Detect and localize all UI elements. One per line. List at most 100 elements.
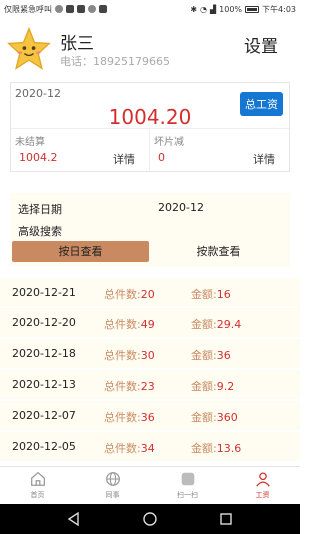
amount-label: 金额: — [191, 318, 217, 331]
phone-label: 电话： — [60, 55, 93, 68]
record-amount: 金额:29.4 — [191, 316, 241, 332]
filter-panel: 选择日期 2020-12 高级搜索 按日查看 按款查看 — [10, 193, 290, 267]
image-notification-icon — [66, 5, 74, 13]
signal-icon: ▟ — [210, 4, 217, 14]
home-circle-icon[interactable] — [142, 511, 158, 527]
total-salary-button[interactable]: 总工资 — [240, 92, 283, 116]
date-select-label: 选择日期 — [18, 203, 62, 216]
tab-by-item[interactable]: 按款查看 — [149, 241, 288, 262]
tab-colleagues[interactable]: 同事 — [75, 470, 150, 500]
tab-scan[interactable]: 扫一扫 — [150, 470, 225, 500]
unsettled-detail-link[interactable]: 详情 — [113, 151, 135, 167]
record-row[interactable]: 2020-12-07 总件数:36 金额:360 — [0, 401, 300, 430]
tab-salary[interactable]: 工资 — [225, 470, 300, 500]
count-value: 34 — [140, 442, 155, 455]
damage-detail-link[interactable]: 详情 — [253, 151, 275, 167]
record-amount: 金额:13.6 — [191, 440, 241, 456]
record-row[interactable]: 2020-12-13 总件数:23 金额:9.2 — [0, 370, 300, 399]
damage-value: 0 — [158, 151, 165, 164]
unsettled-cell: 未结算 1004.2 详情 — [11, 129, 150, 171]
count-value: 49 — [140, 318, 155, 331]
amount-label: 金额: — [191, 442, 217, 455]
user-icon — [255, 472, 270, 487]
phone-number: 18925179665 — [93, 55, 170, 68]
bluetooth-icon: ✱ — [190, 4, 198, 14]
status-bar: 仅限紧急呼叫 ✱ ◔ ▟ 100% 下午4:03 — [0, 0, 300, 18]
date-select-row[interactable]: 选择日期 2020-12 — [10, 197, 290, 219]
advanced-search-label[interactable]: 高级搜索 — [18, 223, 62, 239]
user-phone: 电话：18925179665 — [60, 53, 170, 69]
amount-value: 36 — [216, 349, 231, 362]
count-value: 23 — [140, 380, 155, 393]
tab-by-day[interactable]: 按日查看 — [12, 241, 149, 262]
amount-label: 金额: — [191, 380, 217, 393]
record-count: 总件数:20 — [104, 286, 155, 302]
advanced-search-row[interactable]: 高级搜索 — [10, 219, 290, 241]
record-amount: 金额:360 — [191, 409, 238, 425]
app-notification-icon — [88, 5, 96, 13]
count-label: 总件数: — [104, 318, 141, 331]
tab-home[interactable]: 首页 — [0, 470, 75, 500]
record-amount: 金额:9.2 — [191, 378, 234, 394]
profile-header: 张三 电话：18925179665 设置 — [0, 18, 300, 76]
tab-salary-label: 工资 — [255, 491, 270, 499]
date-select-value[interactable]: 2020-12 — [158, 201, 204, 214]
record-date: 2020-12-18 — [12, 347, 76, 360]
recents-icon[interactable] — [218, 511, 234, 527]
record-date: 2020-12-21 — [12, 286, 76, 299]
status-text: 仅限紧急呼叫 — [4, 4, 52, 14]
record-count: 总件数:34 — [104, 440, 155, 456]
amount-value: 13.6 — [216, 442, 242, 455]
damage-label: 坏片减 — [154, 137, 184, 148]
amount-value: 9.2 — [216, 380, 235, 393]
back-icon[interactable] — [66, 511, 82, 527]
battery-percent: 100% — [219, 4, 243, 14]
count-label: 总件数: — [104, 380, 141, 393]
amount-label: 金额: — [191, 288, 217, 301]
unsettled-label: 未结算 — [15, 137, 45, 148]
wechat-notification-icon — [55, 5, 63, 13]
summary-top: 2020-12 1004.20 总工资 — [11, 83, 289, 129]
record-row[interactable]: 2020-12-18 总件数:30 金额:36 — [0, 339, 300, 368]
count-value: 36 — [140, 411, 155, 424]
count-label: 总件数: — [104, 442, 141, 455]
globe-icon — [105, 472, 120, 486]
amount-value: 360 — [216, 411, 238, 424]
battery-icon — [245, 5, 260, 13]
record-date: 2020-12-05 — [12, 440, 76, 453]
record-amount: 金额:36 — [191, 347, 231, 363]
user-name: 张三 — [60, 34, 94, 54]
count-value: 20 — [140, 288, 155, 301]
system-nav-bar — [0, 504, 300, 534]
amount-value: 16 — [216, 288, 231, 301]
record-row[interactable]: 2020-12-20 总件数:49 金额:29.4 — [0, 308, 300, 337]
record-date: 2020-12-20 — [12, 316, 76, 329]
record-row[interactable]: 2020-12-05 总件数:34 金额:13.6 — [0, 432, 300, 461]
record-count: 总件数:49 — [104, 316, 155, 332]
status-time: 下午4:03 — [262, 4, 296, 14]
salary-summary-card: 2020-12 1004.20 总工资 未结算 1004.2 详情 坏片减 0 … — [10, 82, 290, 172]
amount-label: 金额: — [191, 411, 217, 424]
count-label: 总件数: — [104, 349, 141, 362]
tab-colleagues-label: 同事 — [105, 491, 120, 499]
count-label: 总件数: — [104, 411, 141, 424]
unsettled-value: 1004.2 — [19, 151, 58, 164]
record-count: 总件数:23 — [104, 378, 155, 394]
record-count: 总件数:36 — [104, 409, 155, 425]
settings-button[interactable]: 设置 — [244, 32, 278, 57]
count-value: 30 — [140, 349, 155, 362]
app2-notification-icon — [99, 5, 107, 13]
home-icon — [30, 471, 45, 486]
count-label: 总件数: — [104, 288, 141, 301]
record-count: 总件数:30 — [104, 347, 155, 363]
wifi-icon: ◔ — [200, 4, 207, 14]
tab-scan-label: 扫一扫 — [177, 491, 198, 499]
damage-cell: 坏片减 0 详情 — [150, 129, 289, 171]
mail-notification-icon — [77, 5, 85, 13]
scan-icon — [181, 472, 194, 486]
tab-home-label: 首页 — [30, 491, 45, 499]
amount-label: 金额: — [191, 349, 217, 362]
record-date: 2020-12-13 — [12, 378, 76, 391]
record-row[interactable]: 2020-12-21 总件数:20 金额:16 — [0, 278, 300, 307]
star-avatar-icon — [7, 26, 51, 70]
